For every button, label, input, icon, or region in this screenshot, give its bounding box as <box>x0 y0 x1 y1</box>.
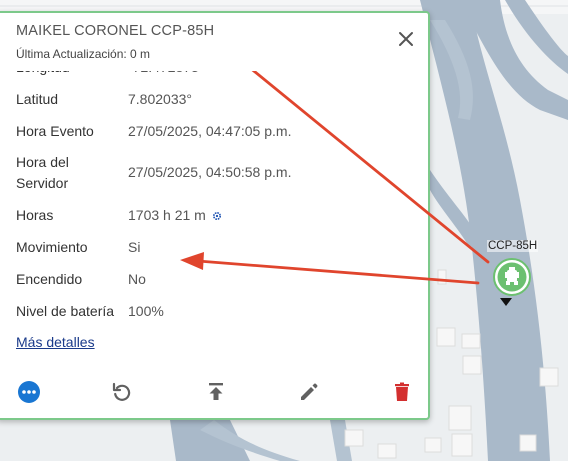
detail-value: Si <box>128 239 141 255</box>
marker-label: CCP-85H <box>487 240 539 252</box>
device-popup: MAIKEL CORONEL CCP-85H Última Actualizac… <box>0 11 430 420</box>
vehicle-marker-icon[interactable] <box>492 257 532 297</box>
upload-command-icon[interactable] <box>203 379 229 405</box>
device-title: MAIKEL CORONEL CCP-85H <box>16 23 215 39</box>
marker-direction-icon <box>500 298 512 306</box>
detail-label: Hora del Servidor <box>16 154 69 191</box>
delete-icon[interactable] <box>389 379 415 405</box>
detail-value-wrap: 1703 h 21 m <box>128 205 222 225</box>
detail-label: Movimiento <box>16 239 88 255</box>
detail-label: Horas <box>16 207 54 223</box>
detail-label: Encendido <box>16 271 83 287</box>
replay-icon[interactable] <box>109 379 135 405</box>
detail-value: 27/05/2025, 04:47:05 p.m. <box>128 123 292 139</box>
detail-value: 1703 h 21 m <box>128 207 206 223</box>
edit-icon[interactable] <box>296 379 322 405</box>
popup-header: MAIKEL CORONEL CCP-85H Última Actualizac… <box>16 21 428 71</box>
detail-value: 100% <box>128 303 164 319</box>
close-icon[interactable] <box>394 27 418 51</box>
detail-value: No <box>128 271 146 287</box>
detail-label: Latitud <box>16 91 59 107</box>
more-icon[interactable] <box>16 379 42 405</box>
popup-actions <box>0 379 428 409</box>
detail-label: Hora Evento <box>16 123 94 139</box>
gear-icon[interactable] <box>212 211 222 221</box>
last-update-text: Última Actualización: 0 m <box>16 47 151 61</box>
detail-value: 7.802033° <box>128 91 192 107</box>
more-details-link[interactable]: Más detalles <box>16 334 95 350</box>
detail-value: 27/05/2025, 04:50:58 p.m. <box>128 164 292 180</box>
detail-label: Nivel de batería <box>16 303 115 319</box>
